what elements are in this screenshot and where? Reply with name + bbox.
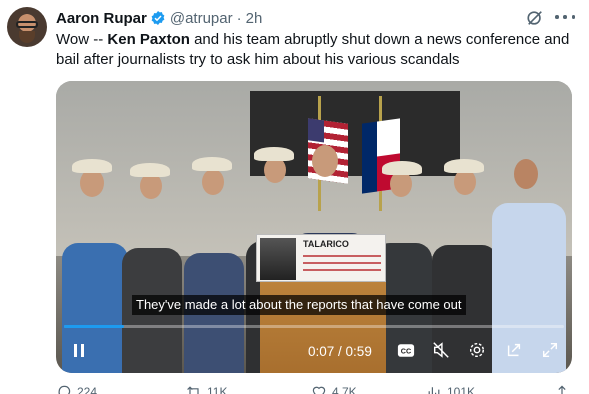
progress-fill <box>64 325 124 328</box>
sign-text-line <box>303 269 381 271</box>
tweet-actions: 224 11K 4.7K 101K <box>56 384 576 394</box>
cowboy-hat <box>254 147 294 161</box>
cowboy-hat <box>192 157 232 171</box>
settings-icon[interactable] <box>468 341 486 359</box>
like-button[interactable]: 4.7K <box>311 384 357 394</box>
video-caption: They've made a lot about the reports tha… <box>132 295 466 315</box>
grok-icon[interactable] <box>526 9 544 27</box>
tweet-text-before: Wow -- <box>56 31 108 48</box>
cowboy-hat <box>382 161 422 175</box>
sign-photo <box>260 238 296 280</box>
views-button[interactable]: 101K <box>426 384 475 394</box>
pause-icon[interactable] <box>72 341 86 359</box>
tweet-text: Wow -- Ken Paxton and his team abruptly … <box>56 30 576 70</box>
tweet-time[interactable]: 2h <box>246 10 263 27</box>
cc-icon[interactable]: CC <box>397 341 415 359</box>
views-count: 101K <box>447 385 476 394</box>
heart-icon <box>312 386 326 394</box>
repost-count: 11K <box>207 385 228 394</box>
time-readout: 0:07 / 0:59 <box>308 344 372 359</box>
podium-sign: TALARICO <box>256 234 386 282</box>
sign-title: TALARICO <box>303 239 349 249</box>
repost-icon <box>187 386 200 394</box>
tweet-text-mention: Ken Paxton <box>107 31 190 48</box>
share-icon <box>558 385 566 394</box>
svg-text:CC: CC <box>401 346 411 355</box>
like-count: 4.7K <box>332 385 357 394</box>
author-handle[interactable]: @atrupar <box>170 10 233 27</box>
author-name[interactable]: Aaron Rupar <box>56 10 147 27</box>
pip-icon[interactable] <box>505 341 523 359</box>
person-head <box>80 169 104 197</box>
current-time: 0:07 <box>308 344 335 359</box>
verified-badge-icon[interactable] <box>150 10 166 26</box>
tweet-header: Aaron Rupar @atrupar · 2h <box>56 8 262 28</box>
person-head <box>514 159 538 189</box>
share-button[interactable] <box>554 384 575 394</box>
progress-bar[interactable] <box>64 325 564 328</box>
reply-icon <box>58 385 71 394</box>
fullscreen-icon[interactable] <box>541 341 559 359</box>
sign-text-line <box>303 262 381 264</box>
time-separator: / <box>334 344 346 359</box>
sign-text-line <box>303 255 381 257</box>
author-avatar[interactable] <box>7 7 47 47</box>
cowboy-hat <box>72 159 112 173</box>
video-player[interactable]: TALARICO They've made a lot about the re… <box>56 81 572 373</box>
repost-button[interactable]: 11K <box>186 384 227 394</box>
avatar-glasses <box>16 21 38 28</box>
speaker-head <box>312 145 338 177</box>
mute-icon[interactable] <box>432 341 450 359</box>
person-head <box>202 169 224 195</box>
cowboy-hat <box>130 163 170 177</box>
cowboy-hat <box>444 159 484 173</box>
views-icon <box>428 387 440 394</box>
duration: 0:59 <box>345 344 372 359</box>
video-controls: 0:07 / 0:59 CC <box>56 335 572 365</box>
more-icon[interactable] <box>555 10 575 24</box>
reply-button[interactable]: 224 <box>56 384 97 394</box>
reply-count: 224 <box>77 385 98 394</box>
avatar-beard <box>19 31 35 43</box>
separator-dot: · <box>236 9 242 27</box>
